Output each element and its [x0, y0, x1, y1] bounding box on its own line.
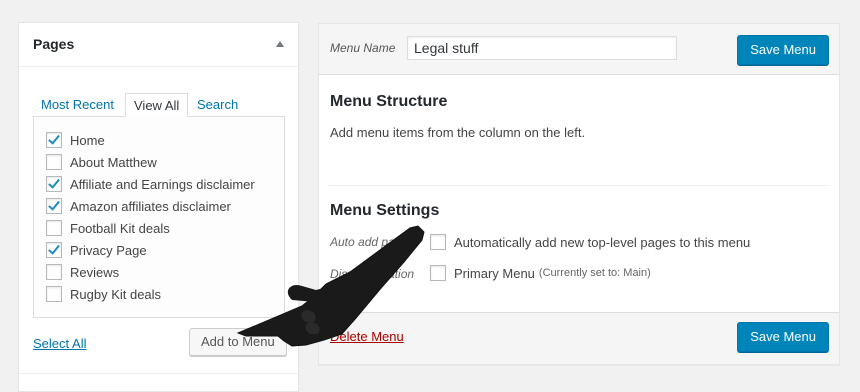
pages-box-header[interactable]: Pages [19, 23, 298, 67]
tab-most-recent[interactable]: Most Recent [41, 93, 114, 117]
checkmark-icon [48, 198, 60, 211]
page-item-label: Rugby Kit deals [70, 286, 162, 302]
page-item-reviews[interactable]: Reviews [46, 262, 119, 282]
divider [19, 373, 298, 374]
checkmark-icon [48, 132, 60, 145]
add-to-menu-button[interactable]: Add to Menu [189, 328, 287, 356]
select-all-link[interactable]: Select All [33, 336, 86, 351]
page-item-label: Football Kit deals [70, 220, 170, 236]
page-item-label: Amazon affiliates disclaimer [70, 198, 231, 214]
checkmark-icon [48, 242, 60, 255]
auto-add-label: Auto add pages [330, 235, 415, 249]
auto-add-checkbox[interactable] [430, 234, 446, 250]
page-checkbox[interactable] [46, 154, 62, 170]
tab-view-all[interactable]: View All [125, 93, 189, 117]
page-item-label: Privacy Page [70, 242, 147, 258]
pages-checklist: Home About Matthew Affiliate and Earning… [33, 116, 285, 318]
tab-search[interactable]: Search [197, 93, 238, 117]
menu-editor-footer: Delete Menu Save Menu [319, 312, 839, 364]
primary-menu-note: (Currently set to: Main) [538, 267, 651, 279]
page-item-home[interactable]: Home [46, 130, 105, 150]
pages-box: Pages Most Recent View All Search Home A… [18, 22, 299, 392]
menu-editor: Menu Name Save Menu Menu Structure Add m… [318, 23, 840, 365]
primary-menu-label: Primary Menu [454, 265, 535, 281]
page-checkbox[interactable] [46, 220, 62, 236]
checkmark-icon [48, 176, 60, 189]
page-item-label: Reviews [70, 264, 120, 280]
page-item-affiliate-disclaimer[interactable]: Affiliate and Earnings disclaimer [46, 174, 255, 194]
primary-menu-checkbox[interactable] [430, 265, 446, 281]
menu-structure-title: Menu Structure [330, 93, 448, 110]
page-item-about-matthew[interactable]: About Matthew [46, 152, 157, 172]
save-menu-button-top[interactable]: Save Menu [737, 35, 829, 65]
page-checkbox[interactable] [46, 264, 62, 280]
page-item-label: Home [70, 132, 105, 148]
page-checkbox[interactable] [46, 198, 62, 214]
divider [329, 185, 829, 186]
page-checkbox[interactable] [46, 242, 62, 258]
page-checkbox[interactable] [46, 132, 62, 148]
save-menu-button-bottom[interactable]: Save Menu [737, 322, 829, 352]
page-item-privacy[interactable]: Privacy Page [46, 240, 147, 260]
page-item-football-kit[interactable]: Football Kit deals [46, 218, 170, 238]
menu-settings-title: Menu Settings [330, 202, 440, 219]
page-item-label: Affiliate and Earnings disclaimer [70, 176, 255, 192]
auto-add-option[interactable]: Automatically add new top-level pages to… [430, 233, 750, 251]
menu-name-label: Menu Name [330, 41, 396, 55]
page-item-amazon-disclaimer[interactable]: Amazon affiliates disclaimer [46, 196, 231, 216]
primary-menu-option[interactable]: Primary Menu (Currently set to: Main) [430, 264, 651, 282]
menu-structure-description: Add menu items from the column on the le… [330, 125, 586, 140]
delete-menu-link[interactable]: Delete Menu [330, 329, 404, 344]
page-checkbox[interactable] [46, 176, 62, 192]
pages-box-title: Pages [33, 36, 75, 52]
page-item-label: About Matthew [70, 154, 157, 170]
page-item-rugby-kit[interactable]: Rugby Kit deals [46, 284, 161, 304]
collapse-arrow-icon[interactable] [276, 41, 284, 47]
page-checkbox[interactable] [46, 286, 62, 302]
auto-add-option-label: Automatically add new top-level pages to… [454, 234, 751, 250]
menu-name-input[interactable] [407, 36, 677, 60]
menu-editor-header: Menu Name Save Menu [319, 24, 839, 75]
display-location-label: Display location [330, 267, 415, 281]
